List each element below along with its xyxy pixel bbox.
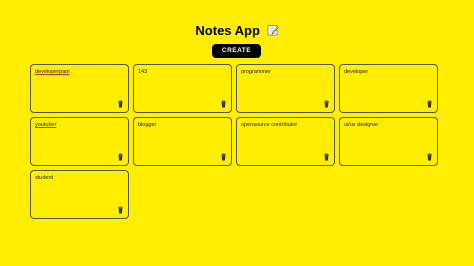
- page-title-text: Notes App: [195, 23, 260, 38]
- trash-icon[interactable]: [220, 100, 227, 108]
- note-card[interactable]: blogger: [133, 117, 232, 166]
- note-text[interactable]: programmer: [241, 69, 320, 75]
- trash-icon[interactable]: [323, 100, 330, 108]
- note-text[interactable]: blogger: [138, 122, 217, 128]
- note-card[interactable]: programmer: [236, 64, 335, 113]
- trash-icon[interactable]: [117, 206, 124, 214]
- note-card[interactable]: ui/ux designer: [339, 117, 438, 166]
- note-text[interactable]: opensource contributor: [241, 122, 320, 128]
- note-text[interactable]: 143: [138, 69, 217, 75]
- note-text[interactable]: youtuber: [35, 122, 114, 128]
- note-text[interactable]: ui/ux designer: [344, 122, 423, 128]
- notes-grid: developerpani 143 programmer developer youtu…: [30, 64, 438, 219]
- note-text[interactable]: student: [35, 175, 114, 181]
- trash-icon[interactable]: [426, 100, 433, 108]
- note-text[interactable]: developerpani: [35, 69, 114, 75]
- note-text[interactable]: developer: [344, 69, 423, 75]
- note-card[interactable]: youtuber: [30, 117, 129, 166]
- trash-icon[interactable]: [220, 153, 227, 161]
- page-title: Notes App: [0, 23, 474, 38]
- memo-pencil-icon: [267, 25, 279, 36]
- trash-icon[interactable]: [117, 100, 124, 108]
- trash-icon[interactable]: [117, 153, 124, 161]
- note-card[interactable]: 143: [133, 64, 232, 113]
- note-card[interactable]: developer: [339, 64, 438, 113]
- trash-icon[interactable]: [323, 153, 330, 161]
- note-card[interactable]: student: [30, 170, 129, 219]
- note-card[interactable]: opensource contributor: [236, 117, 335, 166]
- note-card[interactable]: developerpani: [30, 64, 129, 113]
- create-button[interactable]: CREATE: [212, 44, 261, 58]
- trash-icon[interactable]: [426, 153, 433, 161]
